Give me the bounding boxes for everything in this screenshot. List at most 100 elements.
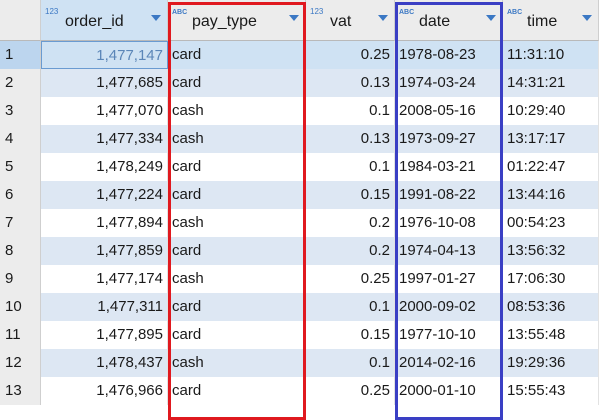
table-row[interactable]: 6 1,477,224 card 0.15 1991-08-22 13:44:16 [0,181,599,209]
cell-time[interactable]: 14:31:21 [503,69,599,97]
table-row[interactable]: 7 1,477,894 cash 0.2 1976-10-08 00:54:23 [0,209,599,237]
table-row[interactable]: 5 1,478,249 card 0.1 1984-03-21 01:22:47 [0,153,599,181]
row-number[interactable]: 2 [0,69,41,97]
row-number[interactable]: 5 [0,153,41,181]
cell-vat[interactable]: 0.13 [306,125,395,153]
column-header-vat[interactable]: 123 vat [306,0,395,41]
cell-date[interactable]: 1974-03-24 [395,69,503,97]
cell-time[interactable]: 13:17:17 [503,125,599,153]
row-number[interactable]: 4 [0,125,41,153]
cell-time[interactable]: 01:22:47 [503,153,599,181]
cell-date[interactable]: 1976-10-08 [395,209,503,237]
table-row[interactable]: 11 1,477,895 card 0.15 1977-10-10 13:55:48 [0,321,599,349]
dropdown-arrow-icon[interactable] [151,15,161,21]
cell-time[interactable]: 00:54:23 [503,209,599,237]
cell-date[interactable]: 1977-10-10 [395,321,503,349]
cell-order-id[interactable]: 1,477,894 [41,209,168,237]
cell-pay-type[interactable]: card [168,69,306,97]
row-number[interactable]: 11 [0,321,41,349]
cell-vat[interactable]: 0.1 [306,293,395,321]
cell-vat[interactable]: 0.2 [306,237,395,265]
cell-pay-type[interactable]: card [168,237,306,265]
column-header-date[interactable]: ABC date [395,0,503,41]
cell-pay-type[interactable]: card [168,293,306,321]
cell-date[interactable]: 2008-05-16 [395,97,503,125]
cell-time[interactable]: 13:44:16 [503,181,599,209]
row-number-header[interactable] [0,0,41,41]
cell-order-id[interactable]: 1,477,859 [41,237,168,265]
column-header-time[interactable]: ABC time [503,0,599,41]
dropdown-arrow-icon[interactable] [289,15,299,21]
cell-order-id[interactable]: 1,477,224 [41,181,168,209]
cell-vat[interactable]: 0.25 [306,377,395,405]
dropdown-arrow-icon[interactable] [582,15,592,21]
table-row[interactable]: 4 1,477,334 cash 0.13 1973-09-27 13:17:17 [0,125,599,153]
row-number[interactable]: 10 [0,293,41,321]
cell-pay-type[interactable]: cash [168,97,306,125]
row-number[interactable]: 12 [0,349,41,377]
row-number[interactable]: 13 [0,377,41,405]
cell-time[interactable]: 13:56:32 [503,237,599,265]
table-row[interactable]: 12 1,478,437 cash 0.1 2014-02-16 19:29:36 [0,349,599,377]
cell-order-id[interactable]: 1,477,685 [41,69,168,97]
cell-order-id[interactable]: 1,478,437 [41,349,168,377]
row-number[interactable]: 1 [0,41,41,69]
table-row[interactable]: 3 1,477,070 cash 0.1 2008-05-16 10:29:40 [0,97,599,125]
cell-date[interactable]: 2000-09-02 [395,293,503,321]
cell-order-id[interactable]: 1,477,147 [41,41,168,69]
column-header-order-id[interactable]: 123 order_id [41,0,168,41]
cell-vat[interactable]: 0.1 [306,97,395,125]
cell-time[interactable]: 08:53:36 [503,293,599,321]
cell-vat[interactable]: 0.25 [306,41,395,69]
cell-vat[interactable]: 0.15 [306,321,395,349]
row-number[interactable]: 8 [0,237,41,265]
cell-order-id[interactable]: 1,477,174 [41,265,168,293]
table-row[interactable]: 13 1,476,966 card 0.25 2000-01-10 15:55:43 [0,377,599,405]
column-header-pay-type[interactable]: ABC pay_type [168,0,306,41]
cell-time[interactable]: 11:31:10 [503,41,599,69]
cell-vat[interactable]: 0.25 [306,265,395,293]
cell-pay-type[interactable]: cash [168,265,306,293]
cell-pay-type[interactable]: card [168,377,306,405]
table-row[interactable]: 9 1,477,174 cash 0.25 1997-01-27 17:06:30 [0,265,599,293]
cell-date[interactable]: 1991-08-22 [395,181,503,209]
cell-pay-type[interactable]: cash [168,209,306,237]
cell-time[interactable]: 10:29:40 [503,97,599,125]
cell-vat[interactable]: 0.15 [306,181,395,209]
dropdown-arrow-icon[interactable] [378,15,388,21]
cell-vat[interactable]: 0.2 [306,209,395,237]
cell-pay-type[interactable]: cash [168,349,306,377]
cell-time[interactable]: 19:29:36 [503,349,599,377]
table-row[interactable]: 1 1,477,147 card 0.25 1978-08-23 11:31:10 [0,41,599,69]
cell-date[interactable]: 2014-02-16 [395,349,503,377]
row-number[interactable]: 9 [0,265,41,293]
cell-pay-type[interactable]: card [168,181,306,209]
cell-date[interactable]: 1978-08-23 [395,41,503,69]
cell-date[interactable]: 1973-09-27 [395,125,503,153]
row-number[interactable]: 7 [0,209,41,237]
cell-time[interactable]: 17:06:30 [503,265,599,293]
cell-time[interactable]: 13:55:48 [503,321,599,349]
table-row[interactable]: 2 1,477,685 card 0.13 1974-03-24 14:31:21 [0,69,599,97]
cell-pay-type[interactable]: card [168,41,306,69]
cell-order-id[interactable]: 1,477,334 [41,125,168,153]
dropdown-arrow-icon[interactable] [486,15,496,21]
table-row[interactable]: 10 1,477,311 card 0.1 2000-09-02 08:53:36 [0,293,599,321]
row-number[interactable]: 3 [0,97,41,125]
cell-pay-type[interactable]: card [168,153,306,181]
cell-pay-type[interactable]: card [168,321,306,349]
cell-vat[interactable]: 0.13 [306,69,395,97]
cell-vat[interactable]: 0.1 [306,153,395,181]
cell-time[interactable]: 15:55:43 [503,377,599,405]
cell-date[interactable]: 1984-03-21 [395,153,503,181]
cell-date[interactable]: 1974-04-13 [395,237,503,265]
table-row[interactable]: 8 1,477,859 card 0.2 1974-04-13 13:56:32 [0,237,599,265]
cell-vat[interactable]: 0.1 [306,349,395,377]
cell-pay-type[interactable]: cash [168,125,306,153]
cell-order-id[interactable]: 1,478,249 [41,153,168,181]
cell-date[interactable]: 1997-01-27 [395,265,503,293]
cell-date[interactable]: 2000-01-10 [395,377,503,405]
row-number[interactable]: 6 [0,181,41,209]
cell-order-id[interactable]: 1,477,895 [41,321,168,349]
cell-order-id[interactable]: 1,477,070 [41,97,168,125]
